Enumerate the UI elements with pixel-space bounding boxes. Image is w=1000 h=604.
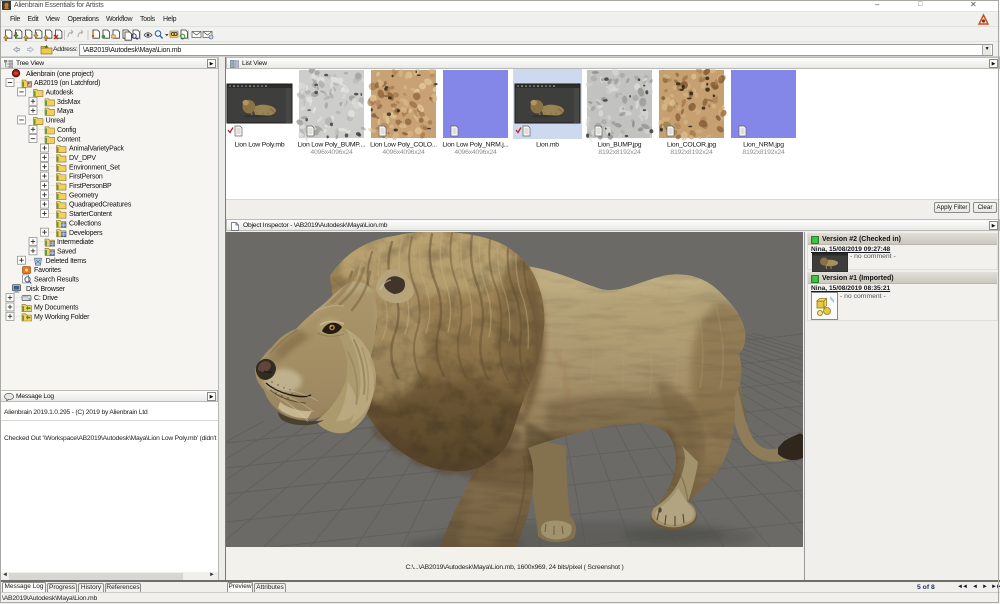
svg-text:Maya: Maya [57, 108, 74, 115]
svg-text:StarterContent: StarterContent [69, 211, 112, 218]
svg-text:Config: Config [57, 127, 76, 134]
svg-text:My Working Folder: My Working Folder [34, 314, 90, 321]
svg-text:Lion.mb: Lion.mb [536, 142, 559, 149]
svg-text:4096x4096x24: 4096x4096x24 [382, 149, 425, 156]
svg-text:Intermediate: Intermediate [57, 239, 94, 246]
svg-text:8192x8192x24: 8192x8192x24 [742, 149, 785, 156]
svg-text:Lion_BUMP.jpg: Lion_BUMP.jpg [598, 142, 642, 149]
svg-text:Lion_NRM.jpg: Lion_NRM.jpg [743, 142, 784, 149]
svg-text:Lion Low Poly.mb: Lion Low Poly.mb [235, 142, 285, 149]
svg-text:Geometry: Geometry [69, 192, 99, 199]
svg-text:AB2019 (on Latchford): AB2019 (on Latchford) [34, 80, 100, 87]
svg-text:Content: Content [57, 136, 80, 143]
svg-text:FirstPersonBP: FirstPersonBP [69, 183, 112, 190]
svg-text:Search Results: Search Results [34, 277, 79, 284]
svg-text:Unreal: Unreal [46, 118, 66, 125]
svg-text:8192x8192x24: 8192x8192x24 [598, 149, 641, 156]
svg-text:Favorites: Favorites [34, 267, 62, 274]
svg-text:3dsMax: 3dsMax [57, 99, 81, 106]
svg-text:4096x4096x24: 4096x4096x24 [454, 149, 497, 156]
svg-text:8192x8192x24: 8192x8192x24 [670, 149, 713, 156]
svg-text:My Documents: My Documents [34, 305, 79, 312]
svg-text:Developers: Developers [69, 230, 103, 237]
svg-text:FirstPerson: FirstPerson [69, 174, 103, 181]
svg-text:Lion Low Poly_BUMP....: Lion Low Poly_BUMP.... [297, 142, 365, 149]
svg-text:Alienbrain (one project): Alienbrain (one project) [26, 71, 94, 78]
svg-text:4096x4096x24: 4096x4096x24 [310, 149, 353, 156]
svg-text:Saved: Saved [57, 248, 76, 255]
svg-text:Collections: Collections [69, 220, 102, 227]
svg-text:Disk Browser: Disk Browser [26, 286, 66, 293]
svg-text:Lion_COLOR.jpg: Lion_COLOR.jpg [667, 142, 716, 149]
svg-text:Deleted Items: Deleted Items [46, 258, 87, 265]
svg-text:Environment_Set: Environment_Set [69, 164, 120, 171]
svg-text:Autodesk: Autodesk [46, 90, 74, 97]
svg-text:Lion Low Poly_NRM.j...: Lion Low Poly_NRM.j... [442, 142, 509, 149]
svg-text:QuadrapedCreatures: QuadrapedCreatures [69, 202, 132, 209]
svg-text:AnimalVarietyPack: AnimalVarietyPack [69, 146, 125, 153]
svg-text:C: Drive: C: Drive [34, 295, 58, 302]
svg-text:Lion Low Poly_COLO...: Lion Low Poly_COLO... [370, 142, 437, 149]
svg-text:DV_DPV: DV_DPV [69, 155, 96, 162]
